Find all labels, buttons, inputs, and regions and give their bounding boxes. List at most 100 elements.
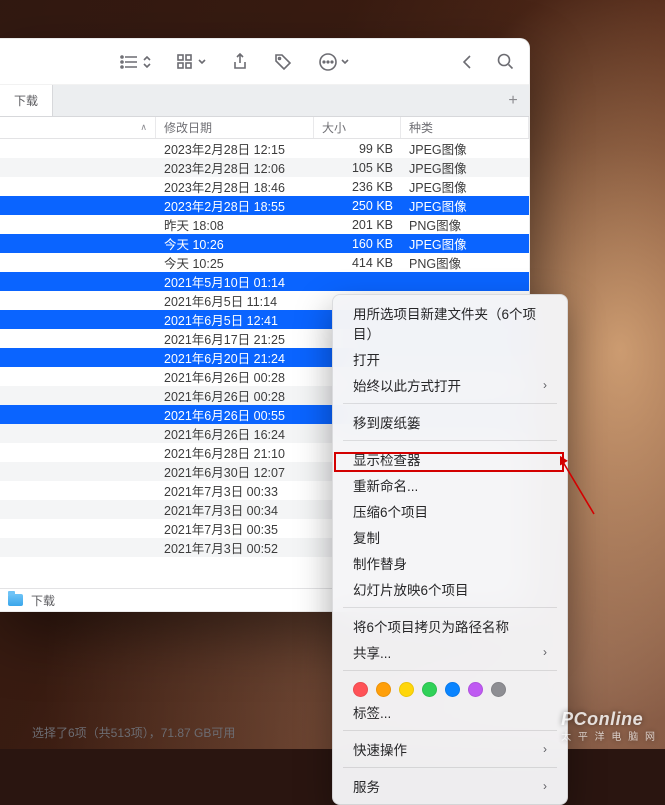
file-row[interactable]: 2021年5月10日 01:14 [0, 272, 529, 291]
menu-item[interactable]: 将6个项目拷贝为路径名称 [333, 613, 567, 639]
cell-size: 160 KB [314, 237, 401, 251]
path-label[interactable]: 下载 [31, 592, 55, 609]
cell-kind: JPEG图像 [401, 177, 529, 196]
cell-kind: PNG图像 [401, 253, 529, 272]
tag-color-dot[interactable] [445, 682, 460, 697]
menu-item-label: 服务 [353, 776, 380, 796]
cell-date: 2021年7月3日 00:33 [156, 481, 314, 500]
cell-date: 2021年7月3日 00:35 [156, 519, 314, 538]
menu-item[interactable]: 压缩6个项目 [333, 498, 567, 524]
menu-item[interactable]: 显示检查器 [333, 446, 567, 472]
cell-size: 414 KB [314, 256, 401, 270]
cell-date: 2021年6月26日 00:28 [156, 386, 314, 405]
cell-size: 105 KB [314, 161, 401, 175]
menu-item-label: 始终以此方式打开 [353, 375, 461, 395]
cell-date: 今天 10:25 [156, 253, 314, 272]
menu-item-label: 压缩6个项目 [353, 501, 428, 521]
menu-item[interactable]: 移到废纸篓 [333, 409, 567, 435]
toolbar [0, 39, 529, 85]
tag-color-dot[interactable] [353, 682, 368, 697]
tag-color-dot[interactable] [399, 682, 414, 697]
file-row[interactable]: 2023年2月28日 12:06105 KBJPEG图像 [0, 158, 529, 177]
tab-downloads[interactable]: 下载 [0, 85, 53, 116]
cell-size: 201 KB [314, 218, 401, 232]
menu-item-label: 标签... [353, 702, 391, 722]
cell-date: 2021年6月26日 16:24 [156, 424, 314, 443]
more-button[interactable] [318, 52, 349, 72]
menu-item[interactable]: 用所选项目新建文件夹（6个项目） [333, 300, 567, 346]
cell-date: 2021年6月20日 21:24 [156, 348, 314, 367]
new-tab-button[interactable]: + [497, 85, 529, 116]
menu-item-label: 重新命名... [353, 475, 418, 495]
menu-item[interactable]: 制作替身 [333, 550, 567, 576]
column-header-date[interactable]: 修改日期 [156, 117, 314, 138]
menu-item-label: 用所选项目新建文件夹（6个项目） [353, 303, 547, 343]
cell-kind: PNG图像 [401, 215, 529, 234]
cell-kind: JPEG图像 [401, 196, 529, 215]
menu-item-label: 复制 [353, 527, 380, 547]
menu-item-label: 共享... [353, 642, 391, 662]
file-row[interactable]: 2023年2月28日 12:1599 KBJPEG图像 [0, 139, 529, 158]
menu-item[interactable]: 始终以此方式打开 › [333, 372, 567, 398]
column-header-kind[interactable]: 种类 [401, 117, 529, 138]
menu-item[interactable]: 共享...› [333, 639, 567, 665]
menu-item[interactable]: 服务 › [333, 773, 567, 799]
file-row[interactable]: 今天 10:25414 KBPNG图像 [0, 253, 529, 272]
menu-item[interactable]: 幻灯片放映6个项目 [333, 576, 567, 602]
cell-date: 2023年2月28日 18:46 [156, 177, 314, 196]
cell-date: 2021年6月5日 11:14 [156, 291, 314, 310]
menu-item-label: 快速操作 [353, 739, 407, 759]
tags-button[interactable] [274, 53, 292, 71]
column-header-size[interactable]: 大小 [314, 117, 401, 138]
column-headers: ∧ 修改日期 大小 种类 [0, 117, 529, 139]
tag-color-dot[interactable] [376, 682, 391, 697]
cell-size: 236 KB [314, 180, 401, 194]
tag-color-dot[interactable] [468, 682, 483, 697]
cell-date: 今天 10:26 [156, 234, 314, 253]
cell-kind: JPEG图像 [401, 158, 529, 177]
cell-kind: JPEG图像 [401, 234, 529, 253]
cell-date: 昨天 18:08 [156, 215, 314, 234]
chevron-down-icon [198, 58, 206, 66]
cell-date: 2021年6月30日 12:07 [156, 462, 314, 481]
tab-bar: 下载 + [0, 85, 529, 117]
cell-size: 99 KB [314, 142, 401, 156]
file-row[interactable]: 2023年2月28日 18:55250 KBJPEG图像 [0, 196, 529, 215]
submenu-arrow-icon: › [543, 378, 547, 392]
menu-item-label: 制作替身 [353, 553, 407, 573]
submenu-arrow-icon: › [543, 779, 547, 793]
cell-date: 2021年6月26日 00:55 [156, 405, 314, 424]
cell-date: 2023年2月28日 12:15 [156, 139, 314, 158]
chevron-updown-icon [143, 56, 151, 68]
watermark-sub: 太 平 洋 电 脑 网 [561, 728, 657, 743]
cell-date: 2021年5月10日 01:14 [156, 272, 314, 291]
view-mode-button[interactable] [120, 54, 151, 70]
menu-item[interactable]: 打开 [333, 346, 567, 372]
menu-item[interactable]: 重新命名... [333, 472, 567, 498]
arrange-button[interactable] [177, 54, 206, 70]
menu-item-label: 打开 [353, 349, 380, 369]
show-toolbar-button[interactable] [463, 55, 471, 69]
column-header-name[interactable]: ∧ [0, 117, 156, 138]
watermark-brand: PConline [561, 709, 643, 729]
share-button[interactable] [232, 53, 248, 71]
cell-kind: JPEG图像 [401, 139, 529, 158]
tag-color-dot[interactable] [422, 682, 437, 697]
tag-color-dot[interactable] [491, 682, 506, 697]
menu-item-label: 移到废纸篓 [353, 412, 421, 432]
menu-item[interactable]: 标签... [333, 699, 567, 725]
cell-date: 2021年7月3日 00:52 [156, 538, 314, 557]
file-row[interactable]: 今天 10:26160 KBJPEG图像 [0, 234, 529, 253]
menu-item[interactable]: 复制 [333, 524, 567, 550]
file-row[interactable]: 2023年2月28日 18:46236 KBJPEG图像 [0, 177, 529, 196]
tab-label: 下载 [14, 92, 38, 109]
menu-item[interactable]: 快速操作› [333, 736, 567, 762]
menu-item-label: 将6个项目拷贝为路径名称 [353, 616, 509, 636]
context-menu[interactable]: 用所选项目新建文件夹（6个项目） 打开始终以此方式打开 › 移到废纸篓显示检查器重新命… [332, 294, 568, 805]
file-row[interactable]: 昨天 18:08201 KBPNG图像 [0, 215, 529, 234]
status-bar: 选择了6项（共513项），71.87 GB可用 [32, 724, 235, 741]
sort-indicator: ∧ [140, 122, 147, 133]
cell-date: 2021年6月28日 21:10 [156, 443, 314, 462]
search-button[interactable] [497, 53, 515, 71]
watermark: PConline 太 平 洋 电 脑 网 [561, 709, 657, 743]
